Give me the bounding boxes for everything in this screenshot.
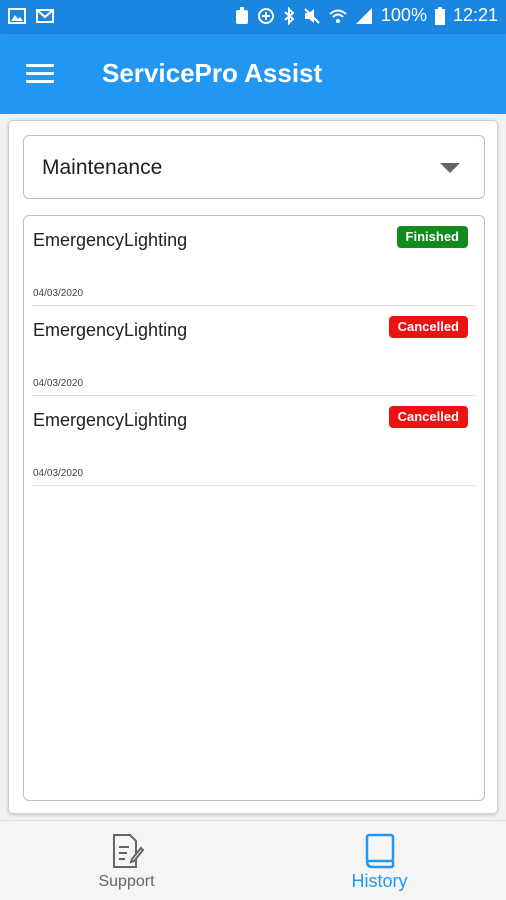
nav-support-label: Support — [98, 873, 155, 890]
gmail-icon — [36, 9, 54, 23]
history-item[interactable]: EmergencyLighting Cancelled 04/03/2020 — [32, 396, 476, 486]
hamburger-icon[interactable] — [26, 64, 54, 84]
item-date: 04/03/2020 — [33, 288, 84, 299]
battery-icon — [434, 6, 445, 25]
signal-icon — [355, 7, 372, 24]
wifi-icon — [329, 9, 347, 23]
app-bar: ServicePro Assist — [0, 34, 506, 114]
nav-history-label: History — [351, 871, 408, 891]
android-icon — [235, 6, 248, 24]
status-badge: Cancelled — [388, 406, 468, 428]
status-badge: Cancelled — [388, 316, 468, 338]
bottom-navigation: Support History — [0, 820, 506, 900]
clock: 12:21 — [452, 5, 498, 25]
battery-text: 100% — [380, 5, 427, 25]
system-icons: 100% 12:21 — [235, 5, 498, 26]
item-title: EmergencyLighting — [33, 410, 188, 430]
history-card: Maintenance EmergencyLighting Finished 0… — [8, 120, 498, 814]
dropdown-arrow-icon — [440, 163, 460, 173]
status-badge: Finished — [396, 226, 468, 248]
app-title: ServicePro Assist — [102, 58, 323, 88]
item-date: 04/03/2020 — [33, 468, 84, 479]
item-title: EmergencyLighting — [33, 230, 188, 250]
item-title: EmergencyLighting — [33, 320, 188, 340]
data-saver-icon — [257, 7, 274, 24]
image-icon — [8, 8, 26, 24]
history-item[interactable]: EmergencyLighting Cancelled 04/03/2020 — [32, 306, 476, 396]
item-date: 04/03/2020 — [33, 378, 84, 389]
nav-history[interactable]: History — [253, 821, 506, 900]
notification-icons — [8, 8, 54, 24]
mute-icon — [304, 7, 320, 24]
support-document-icon — [112, 834, 144, 868]
status-bar: 100% 12:21 — [0, 0, 506, 34]
main-content: Maintenance EmergencyLighting Finished 0… — [0, 114, 506, 820]
history-item[interactable]: EmergencyLighting Finished 04/03/2020 — [32, 216, 476, 306]
history-book-icon — [365, 833, 394, 869]
category-dropdown[interactable]: Maintenance — [23, 135, 485, 199]
dropdown-selected-value: Maintenance — [42, 156, 163, 179]
bluetooth-icon — [284, 6, 295, 25]
history-list[interactable]: EmergencyLighting Finished 04/03/2020 Em… — [23, 215, 485, 801]
nav-support[interactable]: Support — [0, 821, 253, 900]
